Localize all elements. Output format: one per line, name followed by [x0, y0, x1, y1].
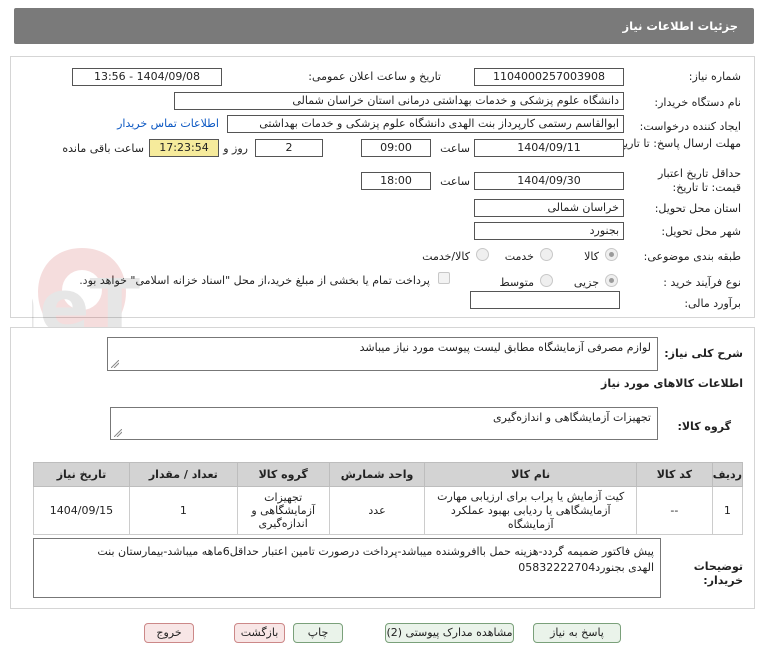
estimate-field [470, 291, 620, 309]
category-service-label: خدمت [504, 250, 534, 263]
cell-group: تجهیزات آزمایشگاهی و اندازه‌گیری [236, 486, 330, 535]
buyer-contact-link[interactable]: اطلاعات تماس خریدار [117, 117, 219, 130]
validity-label-2: قیمت: تا تاریخ: [672, 181, 741, 194]
buyer-notes-textarea[interactable]: پیش فاکتور ضمیمه گردد-هزینه حمل باافروشن… [33, 538, 661, 598]
process-label: نوع فرآیند خرید : [663, 276, 741, 289]
announce-label: تاریخ و ساعت اعلان عمومی: [308, 70, 441, 83]
treasury-payment-note: پرداخت تمام یا بخشی از مبلغ خرید،از محل … [79, 274, 430, 287]
general-desc-textarea[interactable]: لوازم مصرفی آزمایشگاه مطابق لیست پیوست م… [107, 337, 658, 371]
city-field: بجنورد [474, 222, 624, 240]
buyer-notes-line-2: الهدی بجنورد05832222704 [518, 561, 654, 574]
process-partial-radio[interactable] [605, 274, 618, 287]
col-header-row: ردیف [711, 462, 744, 487]
goods-info-title: اطلاعات کالاهای مورد نیاز [601, 377, 743, 390]
col-header-unit: واحد شمارش [328, 462, 426, 487]
reply-to-need-button[interactable]: پاسخ به نیاز [533, 623, 621, 643]
province-label: استان محل تحویل: [654, 202, 741, 215]
category-goods-service-label: کالا/خدمت [422, 250, 470, 263]
col-header-code: کد کالا [635, 462, 713, 487]
goods-table: ردیف کد کالا نام کالا واحد شمارش گروه کا… [33, 462, 744, 535]
remaining-time-field: 17:23:54 [149, 139, 219, 157]
buyer-org-field: دانشگاه علوم پزشکی و خدمات بهداشتی درمان… [174, 92, 624, 110]
goods-group-text: تجهیزات آزمایشگاهی و اندازه‌گیری [493, 411, 651, 424]
buyer-notes-label-2: خریدار: [703, 574, 743, 587]
cell-unit: عدد [328, 486, 426, 535]
category-goods-label: کالا [584, 250, 599, 263]
col-header-date: تاریخ نیاز [33, 462, 130, 487]
resize-grip-icon [114, 429, 122, 437]
process-partial-label: جزیی [573, 276, 599, 289]
col-header-qty: تعداد / مقدار [128, 462, 238, 487]
buyer-org-label: نام دستگاه خریدار: [654, 96, 741, 109]
cell-group-line-3: اندازه‌گیری [258, 517, 308, 530]
remaining-label: ساعت باقی مانده [62, 142, 144, 155]
need-number-field: 1104000257003908 [474, 68, 624, 86]
general-desc-text: لوازم مصرفی آزمایشگاه مطابق لیست پیوست م… [359, 341, 651, 354]
cell-group-line-2: آزمایشگاهی و [251, 504, 316, 517]
view-attachments-button[interactable]: مشاهده مدارک پیوستی (2) [385, 623, 514, 643]
exit-button[interactable]: خروج [144, 623, 194, 643]
goods-table-header: ردیف کد کالا نام کالا واحد شمارش گروه کا… [33, 462, 744, 487]
validity-date-field: 1404/09/30 [474, 172, 624, 190]
cell-name-line-2: آزمایشگاهی یا ردیابی بهبود عملکرد آزمایش… [450, 503, 611, 531]
general-desc-label: شرح کلی نیاز: [664, 347, 743, 360]
validity-time-label: ساعت [440, 175, 470, 188]
back-button[interactable]: بازگشت [234, 623, 285, 643]
category-service-radio[interactable] [540, 248, 553, 261]
cell-code: -- [635, 486, 713, 535]
page-header: جزئیات اطلاعات نیاز [14, 8, 754, 44]
treasury-payment-checkbox[interactable] [438, 272, 450, 284]
requester-label: ایجاد کننده درخواست: [639, 120, 741, 133]
reply-time-label: ساعت [440, 142, 470, 155]
col-header-group: گروه کالا [236, 462, 330, 487]
province-field: خراسان شمالی [474, 199, 624, 217]
cell-qty: 1 [128, 486, 238, 535]
days-field: 2 [255, 139, 323, 157]
buyer-notes-line-1: پیش فاکتور ضمیمه گردد-هزینه حمل باافروشن… [97, 545, 654, 558]
resize-grip-icon [111, 360, 119, 368]
process-medium-radio[interactable] [540, 274, 553, 287]
category-goods-service-radio[interactable] [476, 248, 489, 261]
category-goods-radio[interactable] [605, 248, 618, 261]
goods-group-textarea[interactable]: تجهیزات آزمایشگاهی و اندازه‌گیری [110, 407, 658, 440]
days-label: روز و [223, 142, 248, 155]
reply-time-field: 09:00 [361, 139, 431, 157]
page-title: جزئیات اطلاعات نیاز [622, 19, 738, 33]
col-header-name: نام کالا [424, 462, 637, 487]
cell-row: 1 [711, 486, 744, 535]
city-label: شهر محل تحویل: [661, 225, 741, 238]
goods-group-label: گروه کالا: [677, 420, 731, 433]
process-medium-label: متوسط [499, 276, 534, 289]
need-number-label: شماره نیاز: [688, 70, 741, 83]
cell-group-line-1: تجهیزات [264, 491, 303, 504]
estimate-label: برآورد مالی: [684, 297, 741, 310]
category-label: طبقه بندی موضوعی: [643, 250, 741, 263]
announce-datetime-field: 1404/09/08 - 13:56 [72, 68, 222, 86]
validity-label-1: حداقل تاریخ اعتبار [657, 167, 741, 180]
table-row: 1 -- کیت آزمایش یا پراب برای ارزیابی مها… [33, 486, 744, 535]
validity-time-field: 18:00 [361, 172, 431, 190]
cell-name-line-1: کیت آزمایش یا پراب برای ارزیابی مهارت [437, 489, 625, 503]
reply-deadline-label: مهلت ارسال پاسخ: تا تاریخ: [614, 137, 741, 150]
cell-name: کیت آزمایش یا پراب برای ارزیابی مهارت آز… [424, 486, 637, 535]
requester-field: ابوالقاسم رستمی کارپرداز بنت الهدی دانشگ… [227, 115, 624, 133]
cell-date: 1404/09/15 [33, 486, 130, 535]
buyer-notes-label-1: توضیحات [693, 560, 743, 573]
reply-date-field: 1404/09/11 [474, 139, 624, 157]
print-button[interactable]: چاپ [293, 623, 343, 643]
